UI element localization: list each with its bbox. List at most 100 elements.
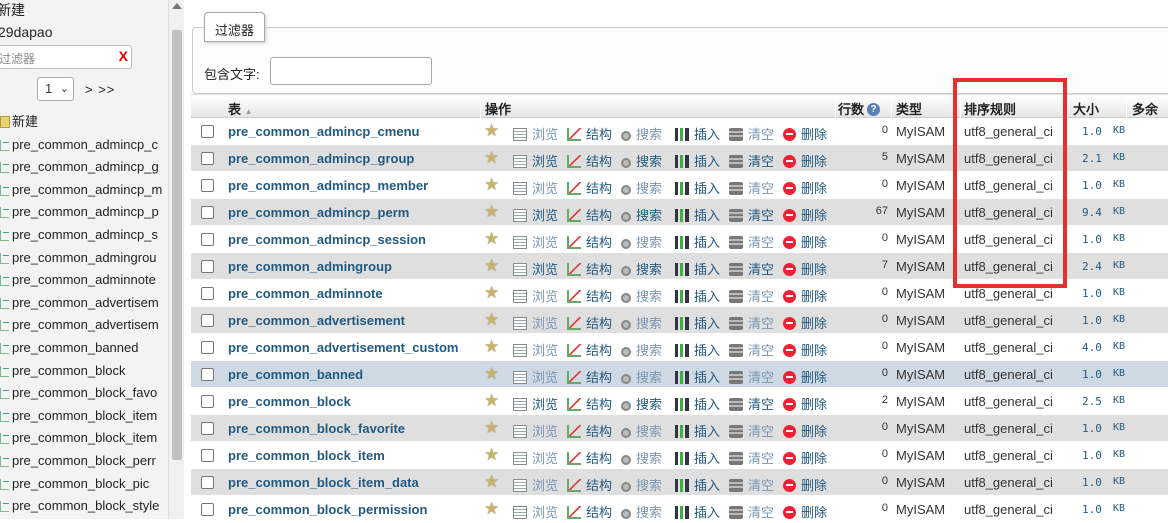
empty-action[interactable]: 清空 <box>729 394 774 413</box>
size-unit[interactable]: KB <box>1113 152 1125 163</box>
row-checkbox[interactable] <box>201 395 214 408</box>
empty-action[interactable]: 清空 <box>729 259 774 278</box>
empty-action[interactable]: 清空 <box>729 448 774 467</box>
empty-action[interactable]: 清空 <box>729 124 774 143</box>
drop-action[interactable]: 删除 <box>783 313 827 332</box>
structure-action[interactable]: 结构 <box>567 205 612 224</box>
nav-table-item[interactable]: pre_common_block <box>0 360 162 383</box>
browse-action[interactable]: 浏览 <box>513 502 558 521</box>
structure-action[interactable]: 结构 <box>567 178 612 197</box>
search-action[interactable]: 搜索 <box>621 421 662 440</box>
search-action[interactable]: 搜索 <box>621 124 662 143</box>
empty-action[interactable]: 清空 <box>729 286 774 305</box>
drop-action[interactable]: 删除 <box>783 394 827 413</box>
structure-action[interactable]: 结构 <box>567 340 612 359</box>
table-name-link[interactable]: pre_common_admingroup <box>228 259 392 274</box>
table-name-link[interactable]: pre_common_block_permission <box>228 502 427 517</box>
drop-action[interactable]: 删除 <box>783 205 827 224</box>
favorite-star-icon[interactable]: ★ <box>484 256 499 276</box>
structure-action[interactable]: 结构 <box>567 448 612 467</box>
favorite-star-icon[interactable]: ★ <box>484 337 499 357</box>
empty-action[interactable]: 清空 <box>729 502 774 521</box>
browse-action[interactable]: 浏览 <box>513 475 558 494</box>
header-type[interactable]: 类型 <box>896 99 922 118</box>
nav-table-item[interactable]: pre_common_admincp_g <box>0 156 162 179</box>
search-action[interactable]: 搜索 <box>621 178 662 197</box>
empty-action[interactable]: 清空 <box>729 367 774 386</box>
row-checkbox[interactable] <box>201 179 214 192</box>
size-value[interactable]: 1.0 <box>1082 314 1102 327</box>
drop-action[interactable]: 删除 <box>783 502 827 521</box>
search-action[interactable]: 搜索 <box>621 151 662 170</box>
search-action[interactable]: 搜索 <box>621 259 662 278</box>
insert-action[interactable]: 插入 <box>675 448 720 467</box>
browse-action[interactable]: 浏览 <box>513 421 558 440</box>
browse-action[interactable]: 浏览 <box>513 448 558 467</box>
empty-action[interactable]: 清空 <box>729 151 774 170</box>
nav-table-item[interactable]: pre_common_block_pic <box>0 473 162 496</box>
empty-action[interactable]: 清空 <box>729 475 774 494</box>
table-name-link[interactable]: pre_common_admincp_cmenu <box>228 124 419 139</box>
insert-action[interactable]: 插入 <box>675 232 720 251</box>
insert-action[interactable]: 插入 <box>675 259 720 278</box>
nav-new-table[interactable]: 新建 <box>0 111 162 134</box>
size-unit[interactable]: KB <box>1113 179 1125 190</box>
size-value[interactable]: 1.0 <box>1082 476 1102 489</box>
browse-action[interactable]: 浏览 <box>513 259 558 278</box>
browse-action[interactable]: 浏览 <box>513 286 558 305</box>
structure-action[interactable]: 结构 <box>567 394 612 413</box>
favorite-star-icon[interactable]: ★ <box>484 148 499 168</box>
favorite-star-icon[interactable]: ★ <box>484 310 499 330</box>
next-page-link[interactable]: > >> <box>85 82 115 97</box>
size-value[interactable]: 9.4 <box>1082 206 1102 219</box>
size-value[interactable]: 1.0 <box>1082 287 1102 300</box>
size-value[interactable]: 1.0 <box>1082 233 1102 246</box>
favorite-star-icon[interactable]: ★ <box>484 472 499 492</box>
size-value[interactable]: 4.0 <box>1082 341 1102 354</box>
search-action[interactable]: 搜索 <box>621 340 662 359</box>
nav-table-item[interactable]: pre_common_block_item <box>0 405 162 428</box>
help-icon[interactable]: ? <box>867 103 881 116</box>
row-checkbox[interactable] <box>201 341 214 354</box>
favorite-star-icon[interactable]: ★ <box>484 229 499 249</box>
empty-action[interactable]: 清空 <box>729 178 774 197</box>
size-unit[interactable]: KB <box>1113 287 1125 298</box>
table-row[interactable]: pre_common_advertisement_custom ★ 浏览 结构 搜索 插入… <box>191 334 1168 361</box>
table-name-link[interactable]: pre_common_admincp_member <box>228 178 428 193</box>
size-unit[interactable]: KB <box>1113 395 1125 406</box>
size-value[interactable]: 1.0 <box>1082 449 1102 462</box>
page-select[interactable]: 1 ⌄ <box>37 77 74 101</box>
header-rows[interactable]: 行数? <box>838 99 881 118</box>
favorite-star-icon[interactable]: ★ <box>484 283 499 303</box>
size-value[interactable]: 1.0 <box>1082 179 1102 192</box>
insert-action[interactable]: 插入 <box>675 367 720 386</box>
size-value[interactable]: 2.1 <box>1082 152 1102 165</box>
browse-action[interactable]: 浏览 <box>513 232 558 251</box>
row-checkbox[interactable] <box>201 476 214 489</box>
size-value[interactable]: 1.0 <box>1082 368 1102 381</box>
new-database-link[interactable]: 新建 <box>0 0 25 20</box>
table-name-link[interactable]: pre_common_block_item <box>228 448 385 463</box>
row-checkbox[interactable] <box>201 206 214 219</box>
structure-action[interactable]: 结构 <box>567 502 612 521</box>
nav-table-item[interactable]: pre_common_admincp_m <box>0 179 162 202</box>
insert-action[interactable]: 插入 <box>675 151 720 170</box>
insert-action[interactable]: 插入 <box>675 178 720 197</box>
size-unit[interactable]: KB <box>1113 125 1125 136</box>
structure-action[interactable]: 结构 <box>567 421 612 440</box>
search-action[interactable]: 搜索 <box>621 448 662 467</box>
search-action[interactable]: 搜索 <box>621 502 662 521</box>
insert-action[interactable]: 插入 <box>675 286 720 305</box>
favorite-star-icon[interactable]: ★ <box>484 121 499 141</box>
empty-action[interactable]: 清空 <box>729 340 774 359</box>
drop-action[interactable]: 删除 <box>783 340 827 359</box>
row-checkbox[interactable] <box>201 233 214 246</box>
size-unit[interactable]: KB <box>1113 368 1125 379</box>
search-action[interactable]: 搜索 <box>621 394 662 413</box>
row-checkbox[interactable] <box>201 125 214 138</box>
drop-action[interactable]: 删除 <box>783 124 827 143</box>
insert-action[interactable]: 插入 <box>675 421 720 440</box>
size-unit[interactable]: KB <box>1113 503 1125 514</box>
table-row[interactable]: pre_common_banned ★ 浏览 结构 搜索 插入 清空 删除 0 MyISAM utf… <box>191 361 1168 388</box>
table-name-link[interactable]: pre_common_block <box>228 394 351 409</box>
